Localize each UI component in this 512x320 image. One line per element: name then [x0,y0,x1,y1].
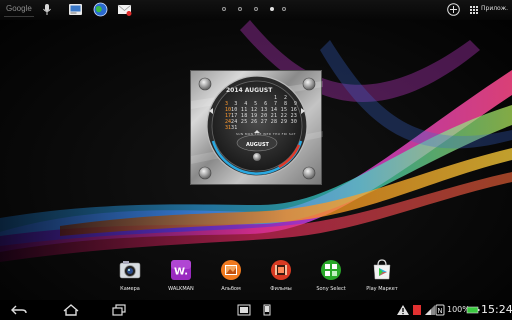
photo-widget-icon[interactable] [68,2,83,17]
home-page-indicator [222,7,286,13]
calendar-header: 2014 AUGUST [226,87,273,94]
calendar-week-row: 24 25 26 27 28 29 30 [231,119,298,125]
small-apps-icon[interactable] [235,304,253,316]
search-underline [4,16,34,17]
navigation-bar: N 100% 15:24 [0,300,512,320]
nfc-icon: N [435,304,445,316]
recent-apps-icon[interactable] [111,304,129,316]
google-search-label[interactable]: Google [6,4,32,13]
add-icon[interactable] [447,3,460,16]
dock-sony-select[interactable]: Sony Select [303,257,359,297]
album-icon [221,260,241,280]
dock-camera[interactable]: Камера [102,257,158,297]
page-dot-active[interactable] [270,7,274,11]
apps-label: Прилож. [481,5,509,12]
dock-label: Альбом [221,286,241,292]
alert-icon [397,305,409,315]
email-icon[interactable] [117,2,132,17]
dock-label: Play Маркет [366,286,398,292]
dock-label: Камера [120,286,140,292]
page-dot[interactable] [254,7,258,11]
battery-icon [466,306,480,314]
status-clock: 15:24 [481,303,512,316]
dock-movies[interactable]: Фильмы [253,257,309,297]
dock-label: Фильмы [270,286,292,292]
month-badge: AUGUST [246,142,269,148]
svg-text:W.: W. [174,267,188,278]
notification-icon [413,305,421,315]
dock-label: Sony Select [316,286,346,292]
sony-select-icon [321,260,341,280]
apps-button[interactable]: Прилож. [470,3,510,17]
dock-play-store[interactable]: Play Маркет [354,257,410,297]
walkman-icon: W. [171,260,191,280]
page-dot[interactable] [238,7,242,11]
back-icon[interactable] [10,304,28,316]
movies-icon [271,260,291,280]
dock-label: WALKMAN [168,286,194,292]
small-app-icon[interactable] [258,304,276,316]
camera-icon [119,261,141,279]
calendar-week-row: 31 [231,125,238,131]
page-dot[interactable] [222,7,226,11]
page-dot[interactable] [282,7,286,11]
weekday-row: SUN MON TUE WED THU FRI SAT [236,132,296,136]
apps-grid-icon [470,6,478,14]
home-icon[interactable] [62,304,80,316]
svg-text:N: N [437,307,442,315]
play-store-icon [373,259,391,280]
top-bar: Google Прилож. [0,0,512,20]
calendar-week-start: 31 [225,125,232,131]
browser-icon[interactable] [93,2,108,17]
dock-album[interactable]: Альбом [203,257,259,297]
dock-walkman[interactable]: W. WALKMAN [153,257,209,297]
voice-search-icon[interactable] [42,3,52,17]
